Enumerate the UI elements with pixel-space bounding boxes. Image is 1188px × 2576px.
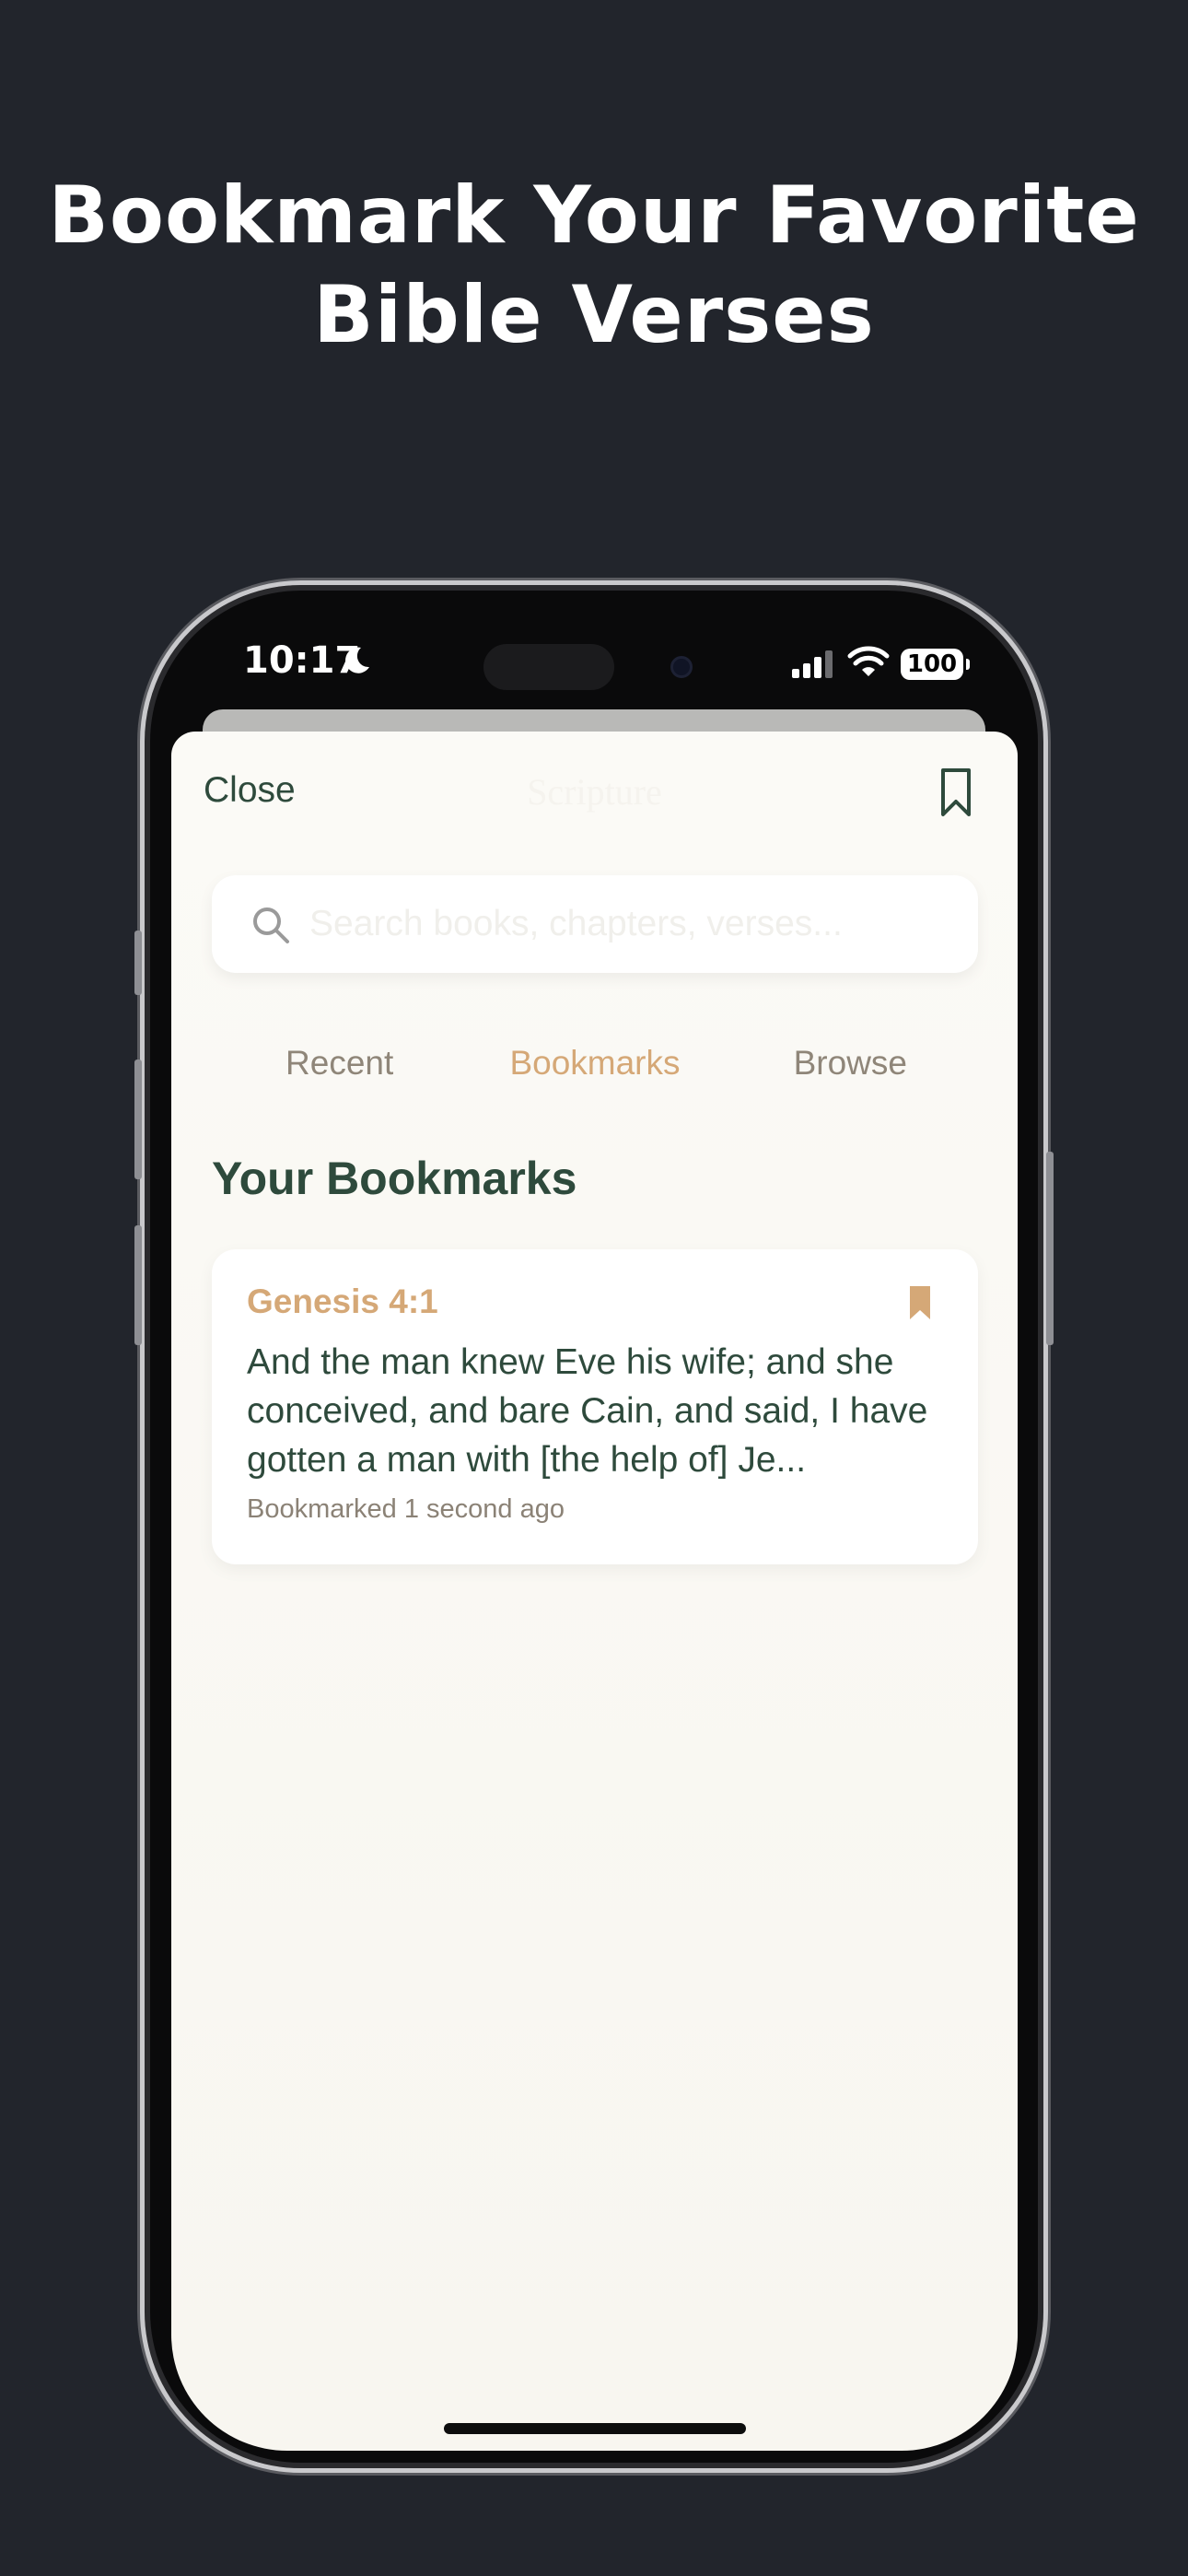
phone-side-button-volume-down	[134, 1225, 142, 1345]
wifi-icon	[847, 646, 890, 676]
search-input[interactable]	[309, 896, 954, 953]
section-title: Your Bookmarks	[212, 1153, 577, 1204]
camera-icon	[670, 656, 693, 678]
home-indicator	[444, 2423, 746, 2434]
cellular-signal-icon	[792, 650, 833, 678]
scripture-sheet: Close Scripture Recent Bookmarks Browse …	[171, 732, 1018, 2451]
phone-side-button-power	[1046, 1152, 1054, 1345]
search-icon	[253, 907, 289, 943]
marketing-headline: Bookmark Your Favorite Bible Verses	[0, 166, 1188, 365]
headline-line-2: Bible Verses	[313, 269, 875, 361]
phone-side-button-mute	[134, 931, 142, 995]
bookmark-filled-icon[interactable]	[908, 1284, 932, 1321]
battery-indicator: 100	[901, 649, 970, 680]
verse-text: And the man knew Eve his wife; and she c…	[247, 1342, 928, 1480]
phone-side-button-volume-up	[134, 1060, 142, 1179]
bookmark-timestamp: Bookmarked 1 second ago	[247, 1494, 565, 1524]
dynamic-island	[483, 644, 614, 690]
nav-title: Scripture	[527, 771, 662, 813]
tab-bookmarks[interactable]: Bookmarks	[467, 1036, 722, 1091]
moon-icon	[345, 647, 369, 673]
bookmark-card[interactable]: Genesis 4:1 And the man knew Eve his wif…	[212, 1249, 978, 1564]
tab-bar: Recent Bookmarks Browse	[212, 1036, 978, 1091]
headline-line-1: Bookmark Your Favorite	[48, 170, 1140, 262]
search-bar	[212, 875, 978, 973]
tab-recent[interactable]: Recent	[212, 1036, 467, 1091]
tab-browse[interactable]: Browse	[723, 1036, 978, 1091]
bookmark-outline-icon[interactable]	[938, 767, 974, 818]
verse-reference: Genesis 4:1	[247, 1282, 438, 1320]
